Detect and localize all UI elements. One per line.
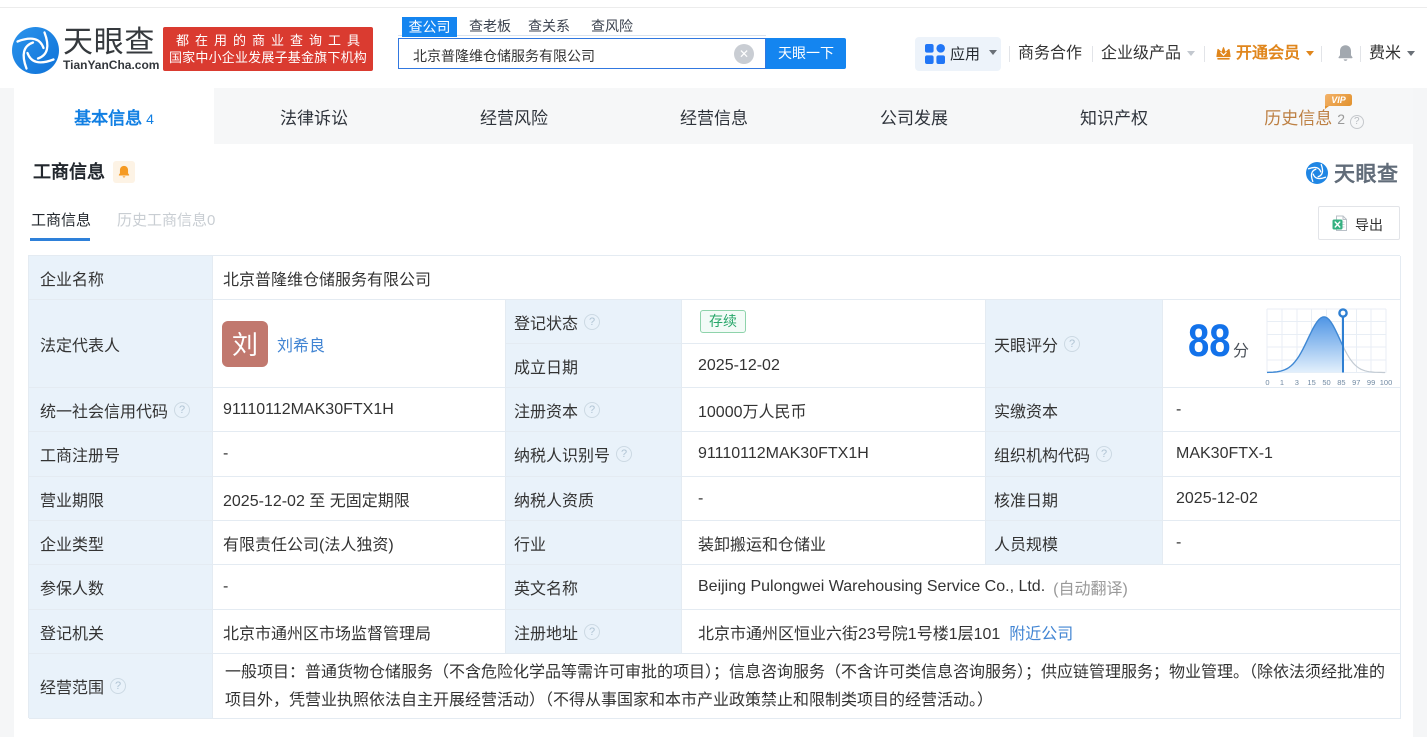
svg-text:1: 1 — [1280, 378, 1284, 387]
svg-text:15: 15 — [1307, 378, 1315, 387]
svg-text:3: 3 — [1295, 378, 1299, 387]
svg-text:50: 50 — [1322, 378, 1330, 387]
svg-text:100: 100 — [1380, 378, 1393, 387]
svg-text:97: 97 — [1352, 378, 1360, 387]
svg-text:99: 99 — [1367, 378, 1375, 387]
svg-text:0: 0 — [1265, 378, 1269, 387]
svg-text:85: 85 — [1337, 378, 1345, 387]
